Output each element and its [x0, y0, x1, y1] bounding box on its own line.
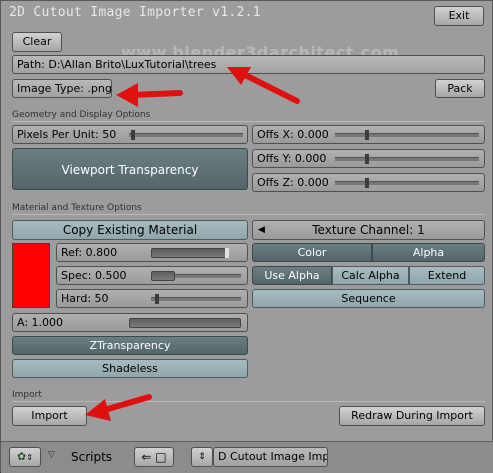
- offs-x-slider[interactable]: Offs X: 0.000: [252, 125, 485, 144]
- exit-button[interactable]: Exit: [434, 6, 484, 26]
- copy-existing-material-button[interactable]: Copy Existing Material: [12, 220, 248, 240]
- slider-track: [335, 133, 479, 137]
- editor-type-button[interactable]: ✿⇕: [9, 447, 41, 467]
- slider-knob[interactable]: [365, 154, 369, 164]
- ztransparency-button[interactable]: ZTransparency: [12, 336, 248, 355]
- collapse-triangle-icon[interactable]: ▽: [48, 450, 55, 460]
- spec-label: Spec: 0.500: [61, 269, 127, 282]
- scripts-menu[interactable]: Scripts: [71, 450, 112, 464]
- annotation-arrow-path: [227, 67, 300, 104]
- slider-knob[interactable]: [365, 178, 369, 188]
- slider-track: [335, 157, 479, 161]
- annotation-arrow-image-type: [116, 83, 183, 107]
- alpha-toggle-button[interactable]: Alpha: [372, 243, 485, 262]
- window-icon[interactable]: □: [155, 450, 166, 464]
- pixels-per-unit-label: Pixels Per Unit: 50: [17, 128, 117, 141]
- offs-x-label: Offs X: 0.000: [257, 128, 329, 141]
- extend-button[interactable]: Extend: [409, 266, 485, 285]
- alpha-slider-fill: [129, 318, 241, 328]
- ref-slider[interactable]: Ref: 0.800: [56, 243, 248, 262]
- slider-track: [335, 181, 479, 185]
- window-title: 2D Cutout Image Importer v1.2.1: [9, 5, 261, 20]
- slider-knob[interactable]: [155, 294, 159, 304]
- slider-knob[interactable]: [225, 248, 229, 258]
- slider-track: [151, 297, 241, 301]
- material-color-swatch[interactable]: [12, 243, 50, 308]
- hard-label: Hard: 50: [61, 292, 109, 305]
- offs-y-slider[interactable]: Offs Y: 0.000: [252, 149, 485, 168]
- import-section-label: Import: [12, 390, 42, 400]
- section-divider: [12, 121, 485, 122]
- window-header-bar: ✿⇕ ▽ Scripts ⇐ □ ⇕ D Cutout Image Impo: [1, 441, 493, 473]
- shadeless-button[interactable]: Shadeless: [12, 359, 248, 378]
- annotation-arrow-import: [85, 394, 152, 421]
- offs-z-label: Offs Z: 0.000: [257, 176, 329, 189]
- script-window: 2D Cutout Image Importer v1.2.1 Exit www…: [0, 0, 493, 473]
- import-button[interactable]: Import: [12, 406, 87, 426]
- alpha-value-label: A: 1.000: [17, 316, 64, 329]
- ref-label: Ref: 0.800: [61, 246, 118, 259]
- slider-knob[interactable]: [365, 130, 369, 140]
- sequence-button[interactable]: Sequence: [252, 289, 485, 308]
- hard-slider[interactable]: Hard: 50: [56, 289, 248, 308]
- offs-z-slider[interactable]: Offs Z: 0.000: [252, 173, 485, 192]
- image-type-field[interactable]: Image Type: .png: [12, 79, 112, 98]
- script-select-button[interactable]: ⇕: [191, 447, 213, 467]
- redraw-during-import-button[interactable]: Redraw During Import: [339, 406, 485, 426]
- arrow-left-icon[interactable]: ⇐: [141, 450, 151, 464]
- spec-slider[interactable]: Spec: 0.500: [56, 266, 248, 285]
- spec-slider-fill: [151, 271, 175, 281]
- pixels-per-unit-slider[interactable]: Pixels Per Unit: 50: [12, 125, 248, 144]
- alpha-value-slider[interactable]: A: 1.000: [12, 313, 248, 332]
- ref-slider-fill: [151, 248, 229, 258]
- texture-channel-label: Texture Channel: 1: [312, 223, 425, 237]
- script-name-field[interactable]: D Cutout Image Impo: [213, 447, 328, 467]
- use-alpha-button[interactable]: Use Alpha: [252, 266, 332, 285]
- texture-channel-field[interactable]: ◀ Texture Channel: 1: [252, 220, 485, 240]
- slider-track: [175, 274, 241, 278]
- calc-alpha-button[interactable]: Calc Alpha: [332, 266, 409, 285]
- section-divider: [12, 214, 485, 215]
- clear-button[interactable]: Clear: [12, 32, 62, 52]
- color-toggle-button[interactable]: Color: [252, 243, 372, 262]
- slider-knob[interactable]: [131, 130, 135, 140]
- script-nav-buttons[interactable]: ⇐ □: [134, 447, 174, 467]
- chevron-left-icon[interactable]: ◀: [258, 221, 265, 239]
- python-icon: ✿: [17, 450, 27, 463]
- material-section-label: Material and Texture Options: [12, 203, 142, 213]
- pack-button[interactable]: Pack: [435, 79, 485, 98]
- offs-y-label: Offs Y: 0.000: [257, 152, 327, 165]
- slider-track: [129, 133, 243, 137]
- viewport-transparency-button[interactable]: Viewport Transparency: [12, 148, 248, 190]
